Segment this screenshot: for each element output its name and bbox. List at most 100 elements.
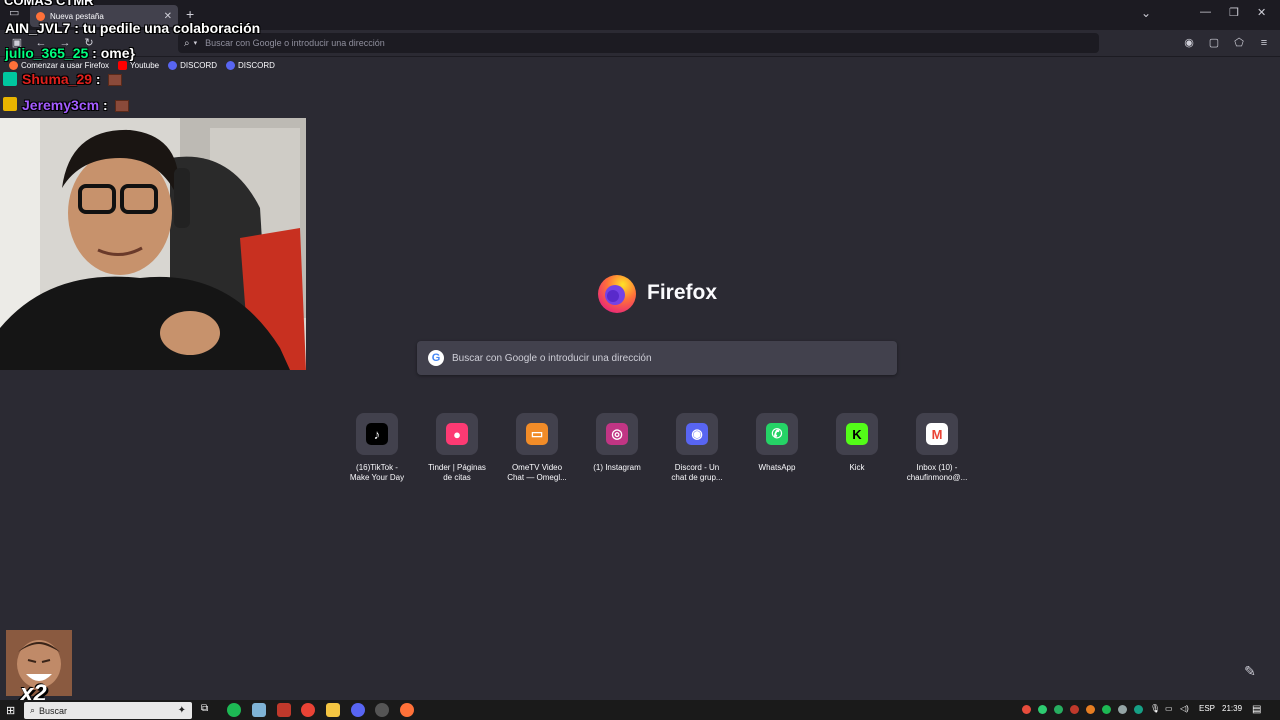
emote-icon xyxy=(107,74,122,87)
microphone-icon[interactable]: 🎙 xyxy=(1150,704,1160,713)
shortcut-label: Discord - Un chat de grup... xyxy=(671,463,723,482)
shortcut-label: WhatsApp xyxy=(758,463,796,472)
extensions-icon[interactable]: ⬠ xyxy=(1232,36,1246,50)
tray-app-icon[interactable] xyxy=(1118,705,1127,714)
shortcut-icon-box: K xyxy=(836,413,878,455)
shortcut-tile[interactable]: ◉ Discord - Un chat de grup... xyxy=(657,413,737,483)
clock[interactable]: 21:39 xyxy=(1222,704,1242,713)
volume-icon[interactable]: ◁) xyxy=(1180,704,1189,713)
taskbar-search-label: Buscar xyxy=(39,705,68,716)
shortcut-tile[interactable]: ♪ (16)TikTok - Make Your Day xyxy=(337,413,417,483)
search-engine-chevron-icon[interactable]: ▾ xyxy=(194,39,198,47)
chat-text: ome} xyxy=(100,45,135,61)
restore-icon[interactable]: ❐ xyxy=(1229,6,1239,19)
home-search-placeholder: Buscar con Google o introducir una direc… xyxy=(452,352,652,364)
notifications-icon[interactable]: ▤ xyxy=(1252,704,1261,715)
close-window-icon[interactable]: ✕ xyxy=(1257,6,1266,19)
bookmark-item[interactable]: Youtube xyxy=(118,61,159,70)
shortcut-tile[interactable]: ▭ OmeTV Video Chat — Omegl... xyxy=(497,413,577,483)
taskbar-search-input[interactable]: ⌕ Buscar ✦ xyxy=(24,702,192,719)
bookmark-item[interactable]: Comenzar a usar Firefox xyxy=(9,61,109,70)
webcam-feed xyxy=(0,118,306,370)
shortcut-tile[interactable]: M Inbox (10) - chaufinmono@... xyxy=(897,413,977,483)
bookmark-label: DISCORD xyxy=(238,61,275,70)
chat-message: Shuma_29 : xyxy=(22,71,122,87)
chat-username: AIN_JVL7 xyxy=(5,20,71,36)
tray-app-icon[interactable] xyxy=(1054,705,1063,714)
shortcut-tile[interactable]: ● Tinder | Páginas de citas xyxy=(417,413,497,483)
chat-username: Shuma_29 xyxy=(22,71,93,87)
bookmark-label: Comenzar a usar Firefox xyxy=(21,61,110,70)
tray-play-icon[interactable] xyxy=(1038,705,1047,714)
shortcut-icon-box: ✆ xyxy=(756,413,798,455)
edit-icon[interactable]: ✎ xyxy=(1238,659,1262,683)
firefox-icon[interactable] xyxy=(400,703,414,717)
list-all-tabs-icon[interactable]: ⌄ xyxy=(1141,6,1151,20)
instagram-icon: ◎ xyxy=(606,423,628,445)
file-explorer-icon[interactable] xyxy=(326,703,340,717)
discord-icon xyxy=(226,61,235,70)
shortcut-label: OmeTV Video Chat — Omegl... xyxy=(507,463,567,482)
chat-username: Jeremy3cm xyxy=(22,97,100,113)
youtube-icon xyxy=(118,61,128,70)
task-view-icon[interactable]: ⧉ xyxy=(201,703,215,717)
shortcut-label: (1) Instagram xyxy=(593,463,641,472)
firefox-logo-icon xyxy=(598,275,636,313)
whatsapp-icon: ✆ xyxy=(766,423,788,445)
shortcut-icon-box: ♪ xyxy=(356,413,398,455)
obs-icon[interactable] xyxy=(375,703,389,717)
chat-separator: : xyxy=(70,20,83,36)
shortcut-label: Tinder | Páginas de citas xyxy=(428,463,486,482)
chat-message: Jeremy3cm : xyxy=(22,97,129,113)
chat-text: tu pedile una colaboración xyxy=(82,20,261,36)
bookmark-label: Youtube xyxy=(130,61,160,70)
app-icon[interactable] xyxy=(252,703,266,717)
tray-spotify-icon[interactable] xyxy=(1102,705,1111,714)
chat-separator: : xyxy=(88,45,101,61)
shortcut-label: (16)TikTok - Make Your Day xyxy=(349,463,405,482)
tray-app-icon[interactable] xyxy=(1134,705,1143,714)
shortcut-icon-box: ◉ xyxy=(676,413,718,455)
tray-app-icon[interactable] xyxy=(1070,705,1079,714)
search-icon: ⌕ xyxy=(184,37,190,49)
shortcut-tile[interactable]: ✆ WhatsApp xyxy=(737,413,817,473)
language-indicator[interactable]: ESP xyxy=(1199,704,1215,713)
discord-icon[interactable] xyxy=(351,703,365,717)
shortcut-tile[interactable]: ◎ (1) Instagram xyxy=(577,413,657,473)
discord-icon xyxy=(168,61,178,70)
shortcut-icon-box: M xyxy=(916,413,958,455)
home-search-input[interactable]: G Buscar con Google o introducir una dir… xyxy=(417,341,897,375)
chrome-icon[interactable] xyxy=(301,703,315,717)
minimize-icon[interactable]: — xyxy=(1200,6,1211,18)
bookmark-item[interactable]: DISCORD xyxy=(168,61,217,70)
shortcut-icon-box: ▭ xyxy=(516,413,558,455)
shortcut-icon-box: ● xyxy=(436,413,478,455)
account-icon[interactable]: ◉ xyxy=(1182,36,1196,50)
tray-app-icon[interactable] xyxy=(1086,705,1095,714)
tray-app-icon[interactable] xyxy=(1022,705,1031,714)
taskbar: ⊞ ⌕ Buscar ✦ ⧉ 🎙 ▭ ◁) ESP 21:39 ▤ xyxy=(0,700,1280,720)
chat-username: julio_365_25 xyxy=(5,45,89,61)
bookmark-item[interactable]: DISCORD xyxy=(226,61,275,70)
url-bar[interactable]: ⌕ ▾ Buscar con Google o introducir una d… xyxy=(178,33,1099,53)
shortcut-tile[interactable]: K Kick xyxy=(817,413,897,473)
chat-message: AIN_JVL7 : tu pedile una colaboración xyxy=(5,20,260,36)
sparkle-icon: ✦ xyxy=(177,705,186,716)
bookmark-label: DISCORD xyxy=(180,61,217,70)
overlay-title: COMAS CTMR xyxy=(4,0,94,8)
chat-separator: : xyxy=(92,71,105,87)
url-placeholder: Buscar con Google o introducir una direc… xyxy=(205,38,385,48)
windows-start-icon[interactable]: ⊞ xyxy=(6,704,15,717)
shortcut-label: Kick xyxy=(849,463,865,472)
network-icon[interactable]: ▭ xyxy=(1165,704,1173,713)
shortcut-icon-box: ◎ xyxy=(596,413,638,455)
google-icon: G xyxy=(428,350,444,366)
menu-icon[interactable]: ≡ xyxy=(1257,36,1271,50)
spotify-icon[interactable] xyxy=(227,703,241,717)
bookmarks-toolbar: Comenzar a usar Firefox Youtube DISCORD … xyxy=(0,57,1280,74)
firefox-icon xyxy=(9,61,18,70)
app-icon[interactable] xyxy=(277,703,291,717)
emote-icon xyxy=(114,100,129,113)
shortcut-label: Inbox (10) - chaufinmono@... xyxy=(906,463,968,482)
pocket-icon[interactable]: ▢ xyxy=(1207,36,1221,50)
